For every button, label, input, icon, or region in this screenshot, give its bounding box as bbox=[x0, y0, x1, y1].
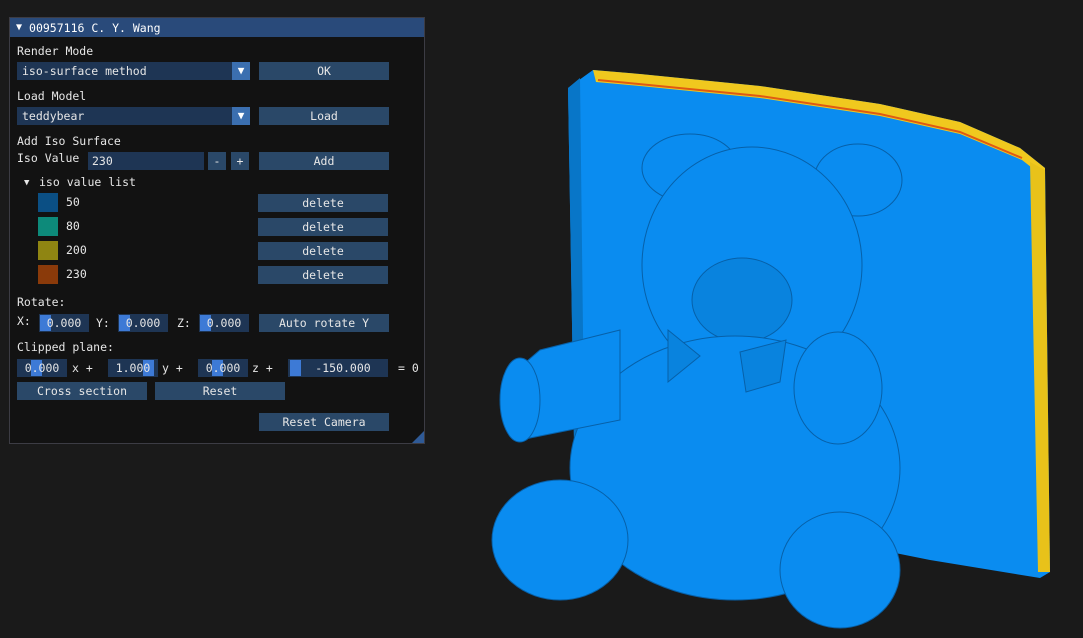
render-mode-value: iso-surface method bbox=[22, 64, 147, 78]
add-button[interactable]: Add bbox=[259, 152, 389, 170]
load-model-label: Load Model bbox=[17, 89, 87, 103]
iso-increment-button[interactable]: + bbox=[231, 152, 249, 170]
model-select[interactable]: teddybear ▼ bbox=[17, 107, 250, 125]
clip-c-input[interactable]: 0.000 bbox=[198, 359, 248, 377]
clip-c-value: 0.000 bbox=[205, 361, 241, 375]
delete-button[interactable]: delete bbox=[258, 242, 388, 260]
iso-list-value: 200 bbox=[66, 243, 87, 257]
rotate-x-value: 0.000 bbox=[46, 316, 82, 330]
clip-x-term: x + bbox=[72, 361, 93, 375]
collapse-triangle-icon[interactable]: ▼ bbox=[16, 22, 22, 33]
delete-button[interactable]: delete bbox=[258, 194, 388, 212]
iso-color-swatch[interactable] bbox=[38, 217, 58, 236]
rotate-y-value: 0.000 bbox=[125, 316, 161, 330]
clip-a-input[interactable]: 0.000 bbox=[17, 359, 67, 377]
ok-button[interactable]: OK bbox=[259, 62, 389, 80]
delete-button[interactable]: delete bbox=[258, 218, 388, 236]
render-mode-select[interactable]: iso-surface method ▼ bbox=[17, 62, 250, 80]
auto-rotate-y-button[interactable]: Auto rotate Y bbox=[259, 314, 389, 332]
iso-list-value: 230 bbox=[66, 267, 87, 281]
clip-z-term: z + bbox=[252, 361, 273, 375]
chevron-down-icon[interactable]: ▼ bbox=[232, 62, 250, 80]
rotate-z-label: Z: bbox=[177, 316, 191, 330]
tree-expanded-icon[interactable]: ▼ bbox=[24, 176, 29, 190]
clip-y-term: y + bbox=[162, 361, 183, 375]
model-value: teddybear bbox=[22, 109, 85, 123]
clip-equals-zero: = 0 bbox=[398, 361, 419, 375]
rotate-x-label: X: bbox=[17, 314, 31, 328]
iso-color-swatch[interactable] bbox=[38, 241, 58, 260]
clip-b-value: 1.000 bbox=[115, 361, 151, 375]
iso-list-header[interactable]: iso value list bbox=[39, 175, 136, 189]
iso-color-swatch[interactable] bbox=[38, 193, 58, 212]
clip-d-value: -150.000 bbox=[315, 361, 371, 375]
resize-grip-icon[interactable] bbox=[412, 431, 424, 443]
add-iso-surface-label: Add Iso Surface bbox=[17, 134, 121, 148]
cross-section-button[interactable]: Cross section bbox=[17, 382, 147, 400]
clip-d-input[interactable]: -150.000 bbox=[288, 359, 388, 377]
window-title: 00957116 C. Y. Wang bbox=[29, 20, 161, 35]
control-panel-window[interactable]: ▼ 00957116 C. Y. Wang Render Mode iso-su… bbox=[9, 17, 425, 444]
rotate-label: Rotate: bbox=[17, 295, 66, 309]
iso-list-value: 80 bbox=[66, 219, 80, 233]
rotate-x-input[interactable]: 0.000 bbox=[39, 314, 89, 332]
delete-button[interactable]: delete bbox=[258, 266, 388, 284]
teddybear-model bbox=[491, 133, 903, 629]
reset-button[interactable]: Reset bbox=[155, 382, 285, 400]
iso-list-value: 50 bbox=[66, 195, 80, 209]
chevron-down-icon[interactable]: ▼ bbox=[232, 107, 250, 125]
rotate-y-label: Y: bbox=[96, 316, 110, 330]
iso-decrement-button[interactable]: - bbox=[208, 152, 226, 170]
clipped-plane-label: Clipped plane: bbox=[17, 340, 114, 354]
iso-color-swatch[interactable] bbox=[38, 265, 58, 284]
load-button[interactable]: Load bbox=[259, 107, 389, 125]
reset-camera-button[interactable]: Reset Camera bbox=[259, 413, 389, 431]
clip-a-value: 0.000 bbox=[24, 361, 60, 375]
iso-value-input[interactable]: 230 bbox=[88, 152, 204, 170]
clip-b-input[interactable]: 1.000 bbox=[108, 359, 158, 377]
render-mode-label: Render Mode bbox=[17, 44, 94, 58]
rotate-z-input[interactable]: 0.000 bbox=[199, 314, 249, 332]
iso-value-label: Iso Value bbox=[17, 151, 80, 165]
rotate-z-value: 0.000 bbox=[206, 316, 242, 330]
rotate-y-input[interactable]: 0.000 bbox=[118, 314, 168, 332]
window-title-bar[interactable]: ▼ 00957116 C. Y. Wang bbox=[10, 18, 424, 37]
